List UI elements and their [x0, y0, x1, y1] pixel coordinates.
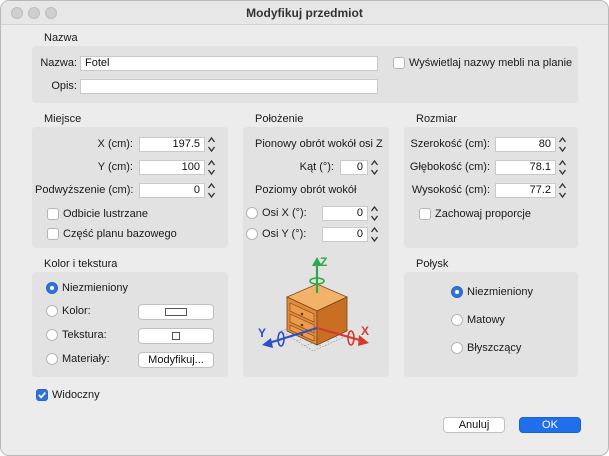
base-plan-checkbox[interactable]	[47, 228, 59, 240]
height-stepper[interactable]	[558, 182, 567, 199]
texture-label: Tekstura:	[62, 329, 107, 341]
orientation-section-title: Położenie	[255, 113, 304, 125]
axis-y-stepper[interactable]	[370, 226, 379, 243]
elevation-label: Podwyższenie (cm):	[35, 184, 134, 196]
keep-proportions-checkbox[interactable]	[419, 208, 431, 220]
depth-label: Głębokość (cm):	[409, 161, 490, 173]
show-names-checkbox[interactable]	[393, 57, 405, 69]
axis-x-input[interactable]: 0	[322, 206, 368, 221]
window-title: Modyfikuj przedmiot	[246, 6, 363, 20]
shine-unchanged-radio[interactable]	[451, 286, 463, 298]
y-label: Y (cm):	[97, 161, 133, 173]
title-bar: Modyfikuj przedmiot	[1, 1, 608, 25]
y-stepper[interactable]	[207, 159, 216, 176]
elevation-stepper[interactable]	[207, 182, 216, 199]
color-texture-section-title: Kolor i tekstura	[44, 258, 118, 270]
width-stepper[interactable]	[558, 136, 567, 153]
axis-x-stepper[interactable]	[370, 205, 379, 222]
visible-label: Widoczny	[52, 389, 100, 401]
texture-radio[interactable]	[46, 329, 58, 341]
x-input[interactable]: 197.5	[139, 137, 205, 152]
keep-proportions-label: Zachowaj proporcje	[435, 208, 531, 220]
base-plan-label: Część planu bazowego	[63, 228, 177, 240]
height-label: Wysokość (cm):	[411, 184, 490, 196]
width-label: Szerokość (cm):	[410, 138, 490, 150]
size-section-title: Rozmiar	[416, 113, 457, 125]
axis-y-radio[interactable]	[246, 228, 258, 240]
axis-y-input[interactable]: 0	[322, 227, 368, 242]
materials-radio[interactable]	[46, 353, 58, 365]
angle-stepper[interactable]	[370, 159, 379, 176]
orientation-preview[interactable]: Z Y X	[251, 253, 381, 365]
name-section-title: Nazwa	[44, 32, 78, 44]
axis-x-label: Osi X (°):	[262, 207, 307, 219]
furniture-model	[286, 283, 348, 346]
visible-checkbox[interactable]	[36, 389, 48, 401]
texture-swatch-icon	[172, 332, 180, 340]
x-stepper[interactable]	[207, 136, 216, 153]
mirror-checkbox[interactable]	[47, 208, 59, 220]
x-axis-letter: X	[361, 324, 369, 338]
location-section-title: Miejsce	[44, 113, 82, 125]
materials-label: Materiały:	[62, 353, 110, 365]
cancel-button[interactable]: Anuluj	[443, 417, 505, 433]
color-label: Kolor:	[62, 305, 91, 317]
shine-unchanged-label: Niezmieniony	[467, 286, 534, 298]
mirror-label: Odbicie lustrzane	[63, 208, 148, 220]
height-input[interactable]: 77.2	[495, 183, 556, 198]
color-picker-button[interactable]	[138, 304, 214, 320]
angle-label: Kąt (°):	[299, 161, 334, 173]
description-label: Opis:	[51, 80, 77, 92]
horizontal-rotation-label: Poziomy obrót wokół	[255, 184, 357, 196]
z-axis-letter: Z	[320, 255, 327, 269]
modify-materials-button[interactable]: Modyfikuj...	[138, 352, 214, 368]
color-radio[interactable]	[46, 305, 58, 317]
ok-button[interactable]: OK	[519, 417, 581, 433]
angle-input[interactable]: 0	[340, 160, 368, 175]
axis-y-label: Osi Y (°):	[262, 228, 307, 240]
y-axis-letter: Y	[258, 326, 266, 340]
shiny-radio[interactable]	[451, 342, 463, 354]
matte-label: Matowy	[467, 314, 505, 326]
texture-picker-button[interactable]	[138, 328, 214, 344]
description-input[interactable]	[80, 79, 378, 94]
color-swatch-icon	[165, 308, 187, 316]
name-input[interactable]: Fotel	[80, 56, 378, 71]
shiny-label: Błyszczący	[467, 342, 522, 354]
show-names-label: Wyświetlaj nazwy mebli na planie	[409, 57, 573, 69]
width-input[interactable]: 80	[495, 137, 556, 152]
dialog-window: Modyfikuj przedmiot Nazwa Nazwa: Fotel O…	[0, 0, 609, 456]
name-panel	[32, 46, 578, 103]
shininess-section-title: Połysk	[416, 258, 449, 270]
color-unchanged-label: Niezmieniony	[62, 282, 129, 294]
vertical-rotation-label: Pionowy obrót wokół osi Z	[255, 138, 383, 150]
x-label: X (cm):	[97, 138, 133, 150]
matte-radio[interactable]	[451, 314, 463, 326]
color-unchanged-radio[interactable]	[46, 282, 58, 294]
axis-x-radio[interactable]	[246, 207, 258, 219]
checkmark-icon	[38, 392, 46, 399]
depth-input[interactable]: 78.1	[495, 160, 556, 175]
elevation-input[interactable]: 0	[139, 183, 205, 198]
depth-stepper[interactable]	[558, 159, 567, 176]
name-label: Nazwa:	[40, 57, 77, 69]
y-input[interactable]: 100	[139, 160, 205, 175]
